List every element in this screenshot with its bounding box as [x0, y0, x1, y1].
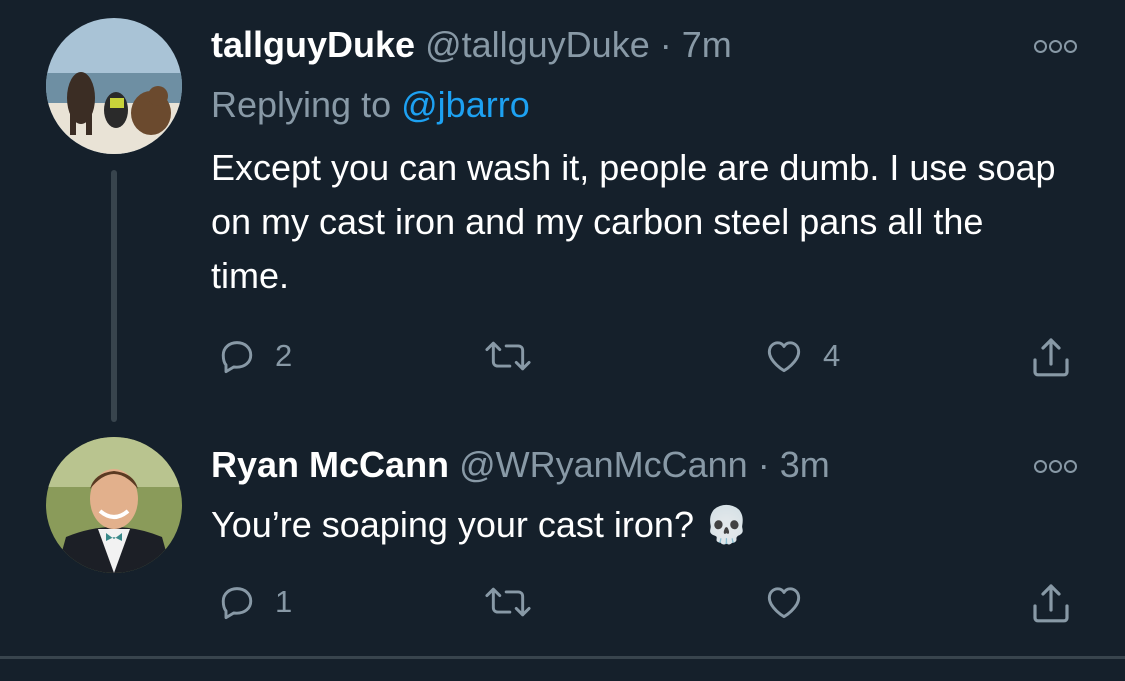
retweet-button[interactable]: [481, 580, 551, 624]
reply-count: 2: [275, 338, 293, 373]
reply-icon: [221, 341, 253, 374]
reply-icon: [221, 587, 253, 620]
more-icon[interactable]: [1034, 460, 1077, 473]
share-button[interactable]: [1027, 580, 1075, 628]
replying-to: Replying to @jbarro: [211, 84, 530, 126]
avatar[interactable]: [46, 18, 182, 154]
tweet-text: You’re soaping your cast iron? 💀: [211, 504, 749, 545]
profile-photo: [46, 437, 182, 573]
reply-count: 1: [275, 584, 293, 619]
reply-button[interactable]: 2: [215, 334, 292, 378]
like-button[interactable]: 4: [761, 334, 840, 378]
share-button[interactable]: [1027, 334, 1075, 382]
reply-button[interactable]: 1: [215, 580, 292, 624]
retweet-icon: [485, 341, 531, 371]
tweet-1[interactable]: tallguyDuke @tallguyDuke · 7m Replying t…: [0, 0, 1125, 430]
like-button[interactable]: [761, 580, 823, 624]
handle[interactable]: @WRyanMcCann: [459, 444, 748, 485]
thread-line: [111, 170, 117, 422]
retweet-button[interactable]: [481, 334, 551, 378]
tweet-text: Except you can wash it, people are dumb.…: [211, 147, 1056, 296]
timestamp[interactable]: 3m: [780, 444, 830, 485]
avatar[interactable]: [46, 437, 182, 573]
heart-icon: [767, 587, 801, 619]
separator: ·: [659, 24, 672, 65]
tweet-header: tallguyDuke @tallguyDuke · 7m: [211, 24, 732, 66]
mention-link[interactable]: @jbarro: [401, 84, 530, 125]
more-icon[interactable]: [1034, 40, 1077, 53]
display-name[interactable]: Ryan McCann: [211, 444, 449, 485]
share-icon: [1033, 584, 1069, 623]
share-icon: [1033, 338, 1069, 377]
dogs-photo: [46, 18, 182, 154]
like-count: 4: [823, 338, 841, 373]
tweet-actions: 1: [211, 580, 1081, 628]
heart-icon: [767, 341, 801, 373]
display-name[interactable]: tallguyDuke: [211, 24, 415, 65]
divider: [0, 656, 1125, 659]
timestamp[interactable]: 7m: [682, 24, 732, 65]
replying-prefix: Replying to: [211, 84, 392, 125]
separator: ·: [757, 444, 770, 485]
tweet-2[interactable]: Ryan McCann @WRyanMcCann · 3m You’re soa…: [0, 430, 1125, 656]
retweet-icon: [485, 587, 531, 617]
handle[interactable]: @tallguyDuke: [425, 24, 650, 65]
tweet-header: Ryan McCann @WRyanMcCann · 3m: [211, 444, 830, 486]
tweet-actions: 2 4: [211, 334, 1081, 382]
